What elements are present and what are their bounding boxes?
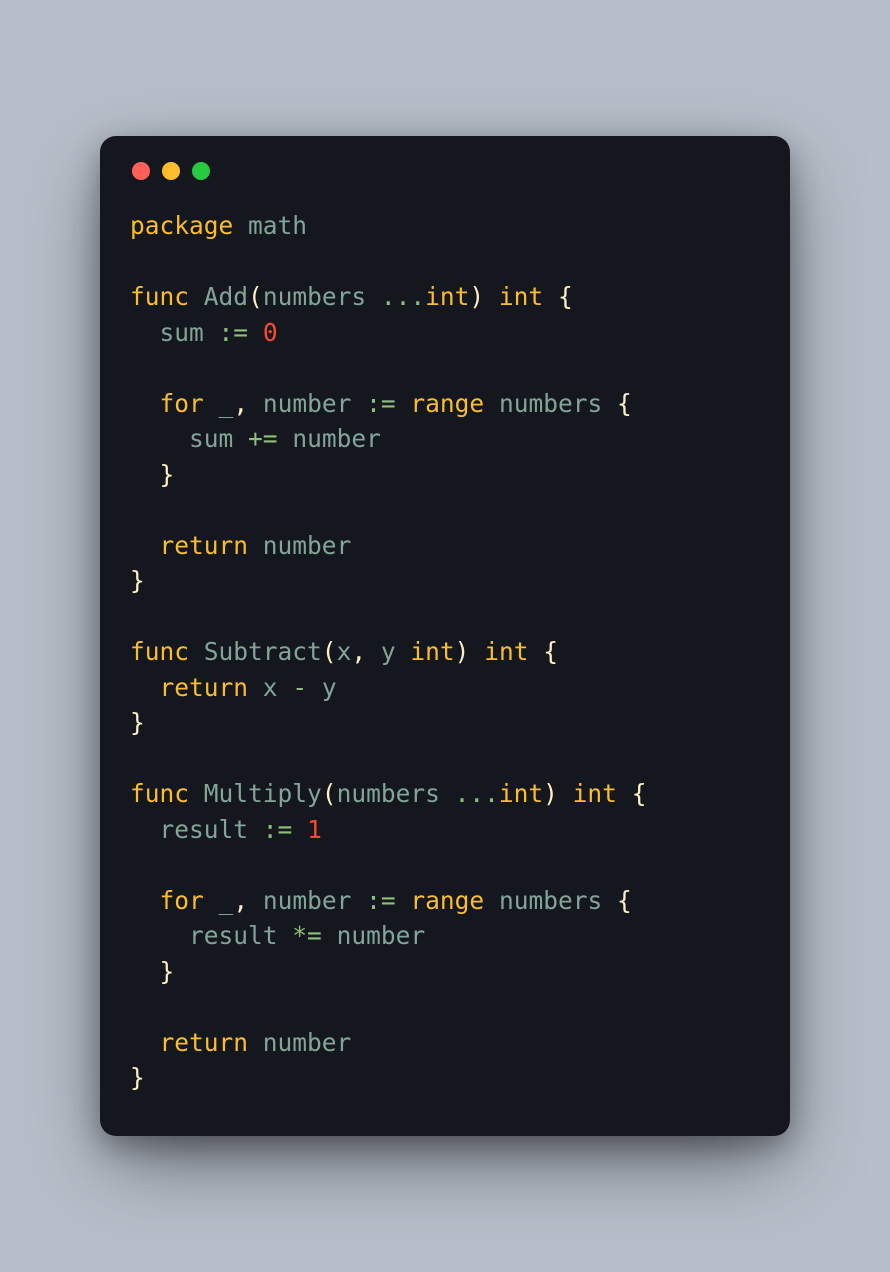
paren-close: ) [543, 779, 558, 808]
type-int: int [499, 779, 543, 808]
comma: , [233, 886, 248, 915]
kw-return: return [160, 673, 249, 702]
ret-int: int [573, 779, 617, 808]
code-block: package math func Add(numbers ...int) in… [130, 208, 760, 1096]
paren-close: ) [455, 637, 470, 666]
var-result: result [160, 815, 249, 844]
blank-ident: _ [219, 886, 234, 915]
var-number: number [263, 389, 352, 418]
kw-package: package [130, 211, 233, 240]
var-x: x [263, 673, 278, 702]
close-icon[interactable] [132, 162, 150, 180]
kw-range: range [410, 389, 484, 418]
param-x: x [337, 637, 352, 666]
op-assign: := [263, 815, 293, 844]
var-result: result [189, 921, 278, 950]
brace-close: } [130, 1063, 145, 1092]
op-assign: := [366, 886, 396, 915]
var-sum: sum [189, 424, 233, 453]
maximize-icon[interactable] [192, 162, 210, 180]
paren-open: ( [322, 637, 337, 666]
blank-ident: _ [219, 389, 234, 418]
pkg-name: math [248, 211, 307, 240]
var-number: number [337, 921, 426, 950]
fn-subtract: Subtract [204, 637, 322, 666]
ret-number: number [263, 1028, 352, 1057]
kw-func: func [130, 779, 189, 808]
kw-return: return [160, 531, 249, 560]
param-numbers: numbers [263, 282, 366, 311]
type-int: int [425, 282, 469, 311]
brace-open: { [617, 389, 632, 418]
kw-func: func [130, 637, 189, 666]
kw-range: range [410, 886, 484, 915]
brace-close: } [160, 957, 175, 986]
var-numbers: numbers [499, 886, 602, 915]
op-stareq: *= [292, 921, 322, 950]
brace-open: { [558, 282, 573, 311]
window-titlebar [132, 162, 760, 180]
op-minus: - [292, 673, 307, 702]
fn-multiply: Multiply [204, 779, 322, 808]
var-number: number [263, 886, 352, 915]
kw-for: for [160, 389, 204, 418]
comma: , [351, 637, 366, 666]
var-y: y [322, 673, 337, 702]
param-numbers: numbers [337, 779, 440, 808]
paren-close: ) [469, 282, 484, 311]
param-y: y [381, 637, 396, 666]
type-int: int [410, 637, 454, 666]
ellipsis: ... [381, 282, 425, 311]
var-number: number [292, 424, 381, 453]
kw-return: return [160, 1028, 249, 1057]
ret-int: int [484, 637, 528, 666]
ret-number: number [263, 531, 352, 560]
brace-open: { [543, 637, 558, 666]
kw-func: func [130, 282, 189, 311]
kw-for: for [160, 886, 204, 915]
var-numbers: numbers [499, 389, 602, 418]
fn-add: Add [204, 282, 248, 311]
op-assign: := [366, 389, 396, 418]
code-window: package math func Add(numbers ...int) in… [100, 136, 790, 1136]
op-pluseq: += [248, 424, 278, 453]
var-sum: sum [160, 318, 204, 347]
brace-open: { [632, 779, 647, 808]
paren-open: ( [322, 779, 337, 808]
brace-open: { [617, 886, 632, 915]
lit-zero: 0 [263, 318, 278, 347]
paren-open: ( [248, 282, 263, 311]
minimize-icon[interactable] [162, 162, 180, 180]
ellipsis: ... [455, 779, 499, 808]
comma: , [233, 389, 248, 418]
lit-one: 1 [307, 815, 322, 844]
ret-int: int [499, 282, 543, 311]
brace-close: } [130, 708, 145, 737]
op-assign: := [219, 318, 249, 347]
brace-close: } [160, 460, 175, 489]
brace-close: } [130, 566, 145, 595]
